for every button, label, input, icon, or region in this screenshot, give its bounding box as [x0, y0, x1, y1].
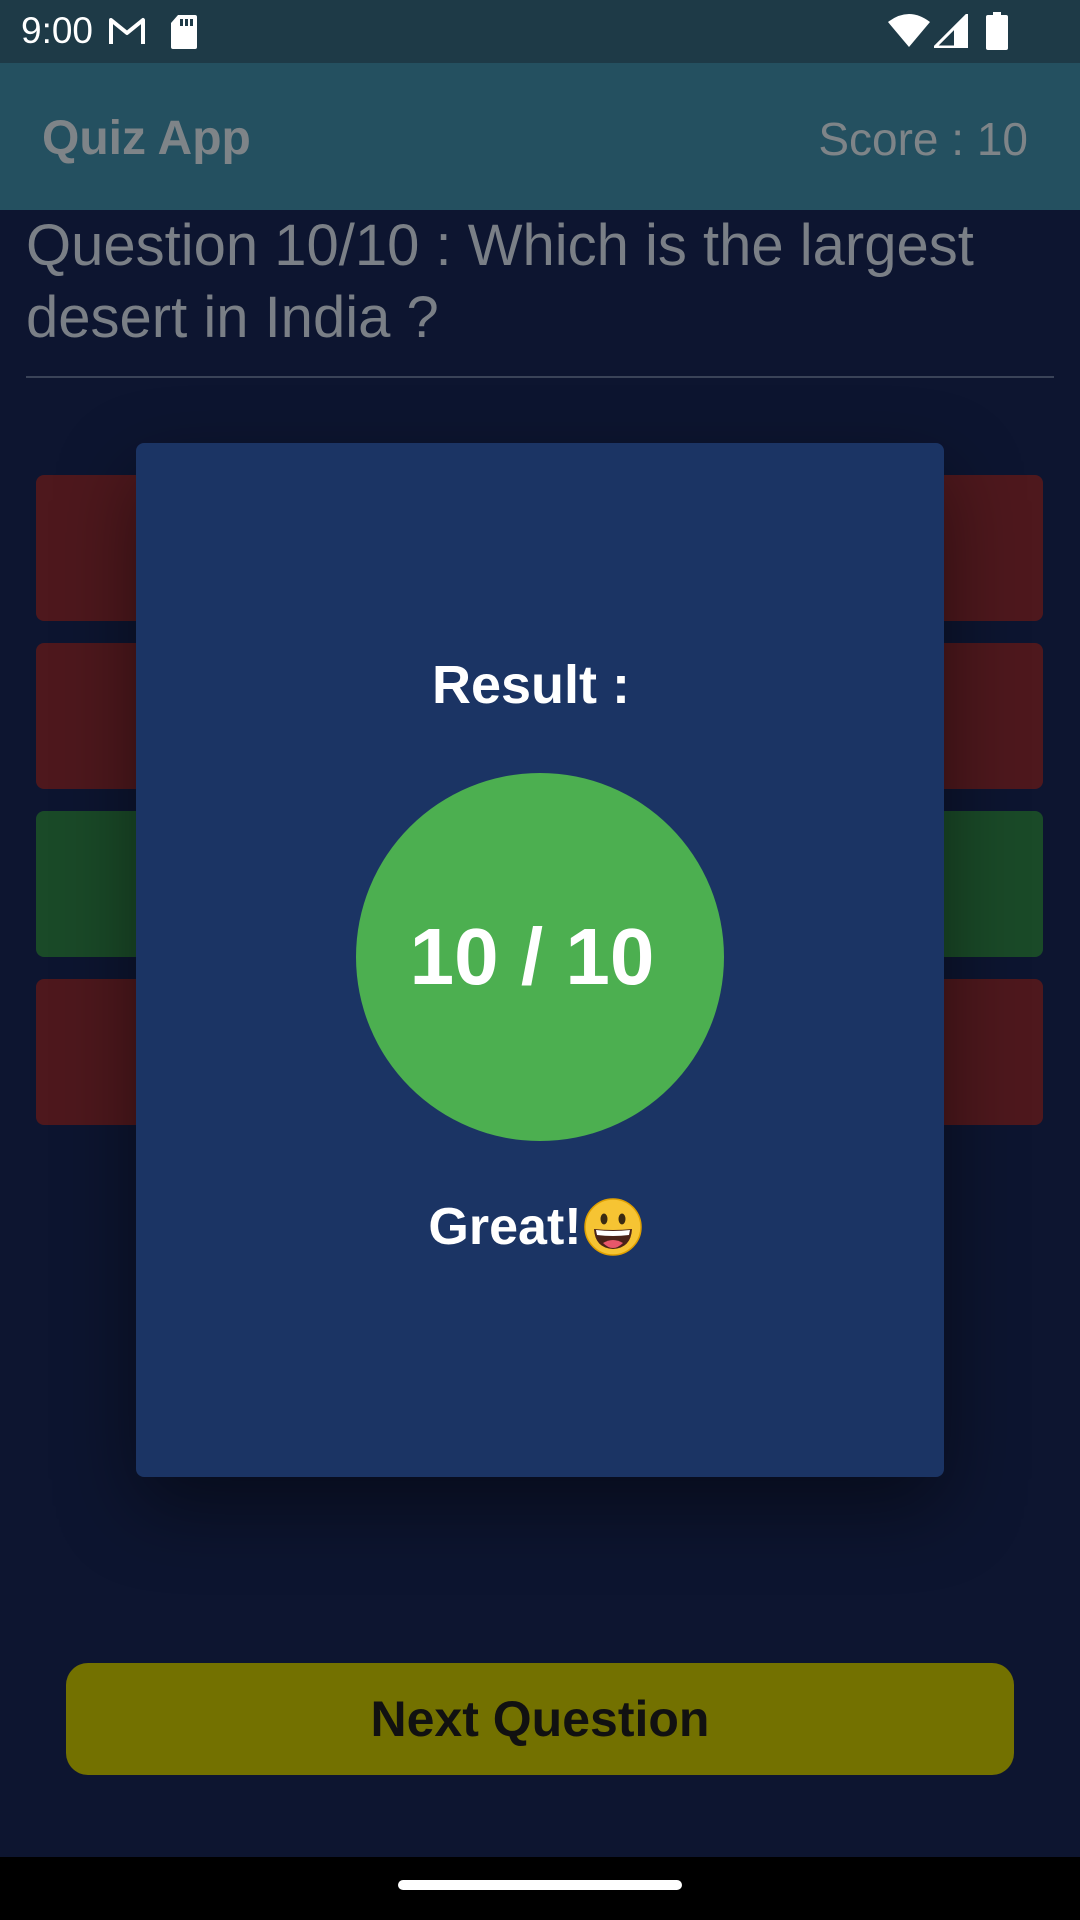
gmail-icon — [109, 18, 145, 44]
grinning-face-icon — [583, 1198, 642, 1256]
question-text: Question 10/10 : Which is the largest de… — [26, 213, 974, 350]
score-circle: 10 / 10 — [356, 773, 724, 1141]
feedback-text: Great! — [428, 1198, 582, 1256]
wifi-icon — [888, 14, 930, 47]
home-gesture-handle[interactable] — [398, 1880, 682, 1890]
result-label: Result : — [431, 655, 631, 715]
cell-signal-icon — [934, 14, 968, 48]
status-time: 9:00 — [21, 10, 94, 51]
score-counter: Score : 10 — [818, 113, 1028, 165]
status-bar: 9:00 — [0, 0, 1080, 63]
result-dialog: Result : 10 / 10 Great! — [136, 443, 944, 1477]
battery-icon — [986, 12, 1008, 50]
feedback-message: Great! — [136, 1195, 944, 1259]
next-question-button[interactable]: Next Question — [66, 1663, 1014, 1775]
sd-card-icon — [171, 15, 197, 49]
quiz-screen: 9:00 Quiz App Score : 10 Question 10/10 … — [0, 0, 1080, 1920]
navigation-bar — [0, 1857, 1080, 1920]
question-divider — [26, 376, 1054, 378]
app-bar: Quiz App Score : 10 — [0, 63, 1080, 210]
final-score: 10 / 10 — [409, 912, 655, 1001]
app-title: Quiz App — [42, 112, 251, 165]
